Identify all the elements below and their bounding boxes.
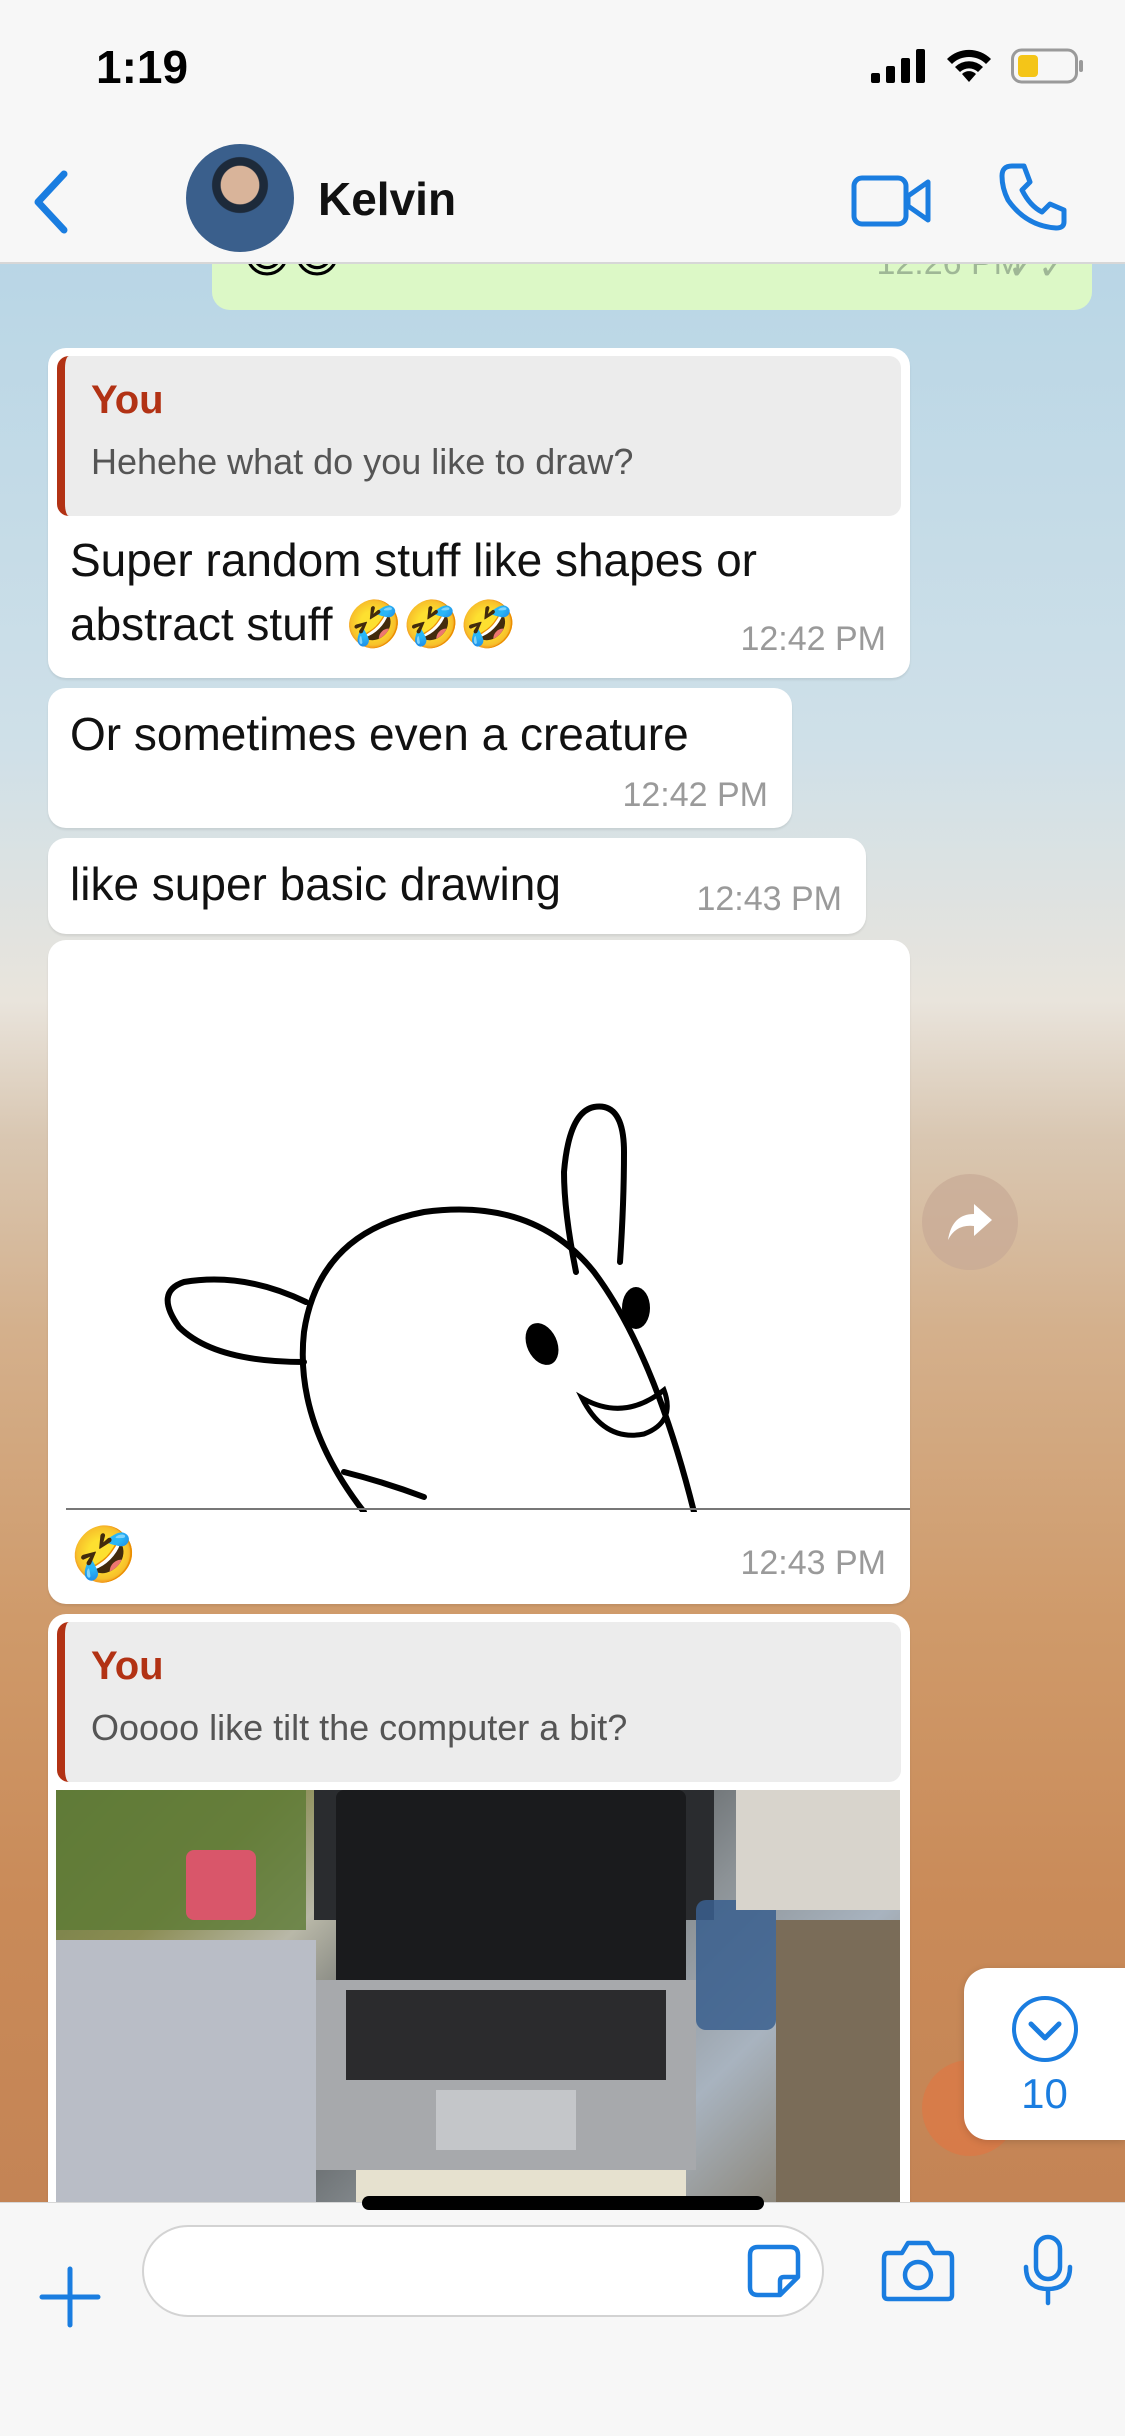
wifi-icon [947,49,991,82]
message-emoji: 😅😅 [242,264,342,284]
image-caption-emoji: 🤣 [70,1525,138,1585]
sticker-icon [747,2244,801,2298]
outgoing-message-partial[interactable]: 😅😅 12:26 PM ✓✓ [212,264,1092,310]
phone-icon [999,163,1067,231]
plus-icon [39,2266,101,2328]
message-input[interactable] [142,2225,824,2317]
message-time: 12:26 PM [876,264,1022,283]
attach-button[interactable] [36,2263,104,2331]
quote-text: Hehehe what do you like to draw? [91,441,634,482]
status-icons [871,48,1085,84]
back-chevron-icon [34,170,68,234]
read-receipt-icon: ✓✓ [1007,264,1068,287]
video-call-icon [851,175,931,227]
microphone-icon [1023,2234,1073,2306]
image-divider [66,1508,910,1510]
message-text: like super basic drawing [70,858,561,910]
message-text-line: Super random stuff like shapes or [70,534,757,586]
scroll-to-bottom-button[interactable]: 10 [964,1968,1125,2140]
cellular-signal-icon [871,49,925,83]
message-input-bar [0,2202,1125,2436]
contact-avatar[interactable] [186,144,294,252]
incoming-image-message[interactable]: You Ooooo like tilt the computer a bit? [48,1614,910,2202]
home-indicator [362,2196,764,2210]
message-text-line: abstract stuff 🤣🤣🤣 [70,598,518,650]
chat-header: Kelvin [0,140,1125,264]
quote-author: You [91,1644,164,1688]
message-list[interactable]: 😅😅 12:26 PM ✓✓ You Hehehe what do you li… [0,264,1125,2202]
status-bar: 1:19 [0,0,1125,140]
quoted-reply[interactable]: You Hehehe what do you like to draw? [57,356,901,516]
message-time: 12:42 PM [622,776,768,814]
laptop-photo-illustration [56,1790,900,2202]
laptop-photo[interactable] [56,1790,900,2202]
voice-call-button[interactable] [998,160,1068,234]
forward-icon [948,1204,992,1240]
unread-count-badge: 10 [1021,2070,1068,2117]
creature-drawing [164,1103,697,1515]
incoming-image-message[interactable]: 🤣 12:43 PM [48,940,910,1604]
forward-button[interactable] [922,1174,1018,1270]
incoming-message[interactable]: Or sometimes even a creature 12:42 PM [48,688,792,828]
incoming-message[interactable]: like super basic drawing 12:43 PM [48,838,866,934]
camera-icon [881,2240,955,2302]
status-time: 1:19 [96,41,189,93]
battery-icon [1011,48,1083,84]
message-time: 12:43 PM [740,1544,886,1582]
microphone-button[interactable] [1020,2233,1076,2307]
quote-author: You [91,378,164,422]
back-button[interactable] [20,164,80,240]
contact-name[interactable]: Kelvin [318,172,456,226]
quote-text: Ooooo like tilt the computer a bit? [91,1707,628,1748]
message-text: Or sometimes even a creature [70,708,689,760]
incoming-message[interactable]: You Hehehe what do you like to draw? Sup… [48,348,910,678]
camera-button[interactable] [880,2239,956,2303]
chevron-down-icon [1012,1996,1078,2062]
video-call-button[interactable] [850,168,934,234]
drawing-image[interactable] [64,952,908,1515]
quoted-reply[interactable]: You Ooooo like tilt the computer a bit? [57,1622,901,1782]
sticker-button[interactable] [746,2243,802,2299]
message-time: 12:43 PM [696,880,842,918]
message-time: 12:42 PM [740,620,886,658]
